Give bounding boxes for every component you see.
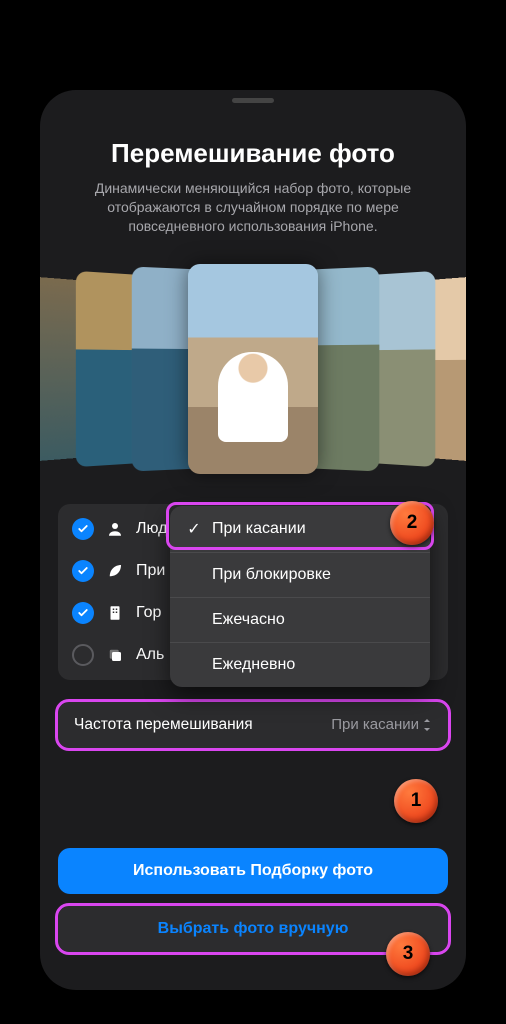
secondary-button-label: Выбрать фото вручную bbox=[158, 920, 349, 937]
frequency-value-text: При касании bbox=[331, 716, 419, 733]
notch-handle bbox=[232, 98, 274, 103]
frequency-row[interactable]: Частота перемешивания При касании bbox=[58, 702, 448, 748]
annotation-badge-3: 3 bbox=[386, 932, 430, 976]
category-label: Люд bbox=[136, 520, 167, 538]
stack-icon bbox=[106, 646, 124, 664]
popover-option-on-lock[interactable]: При блокировке bbox=[170, 553, 430, 598]
frequency-popover: ✓ При касании При блокировке Ежечасно Еж… bbox=[170, 506, 430, 687]
popover-option-hourly[interactable]: Ежечасно bbox=[170, 598, 430, 643]
checkbox-unchecked-icon[interactable] bbox=[72, 644, 94, 666]
updown-chevron-icon bbox=[422, 718, 432, 732]
page-subtitle: Динамически меняющийся набор фото, котор… bbox=[58, 179, 448, 236]
leaf-icon bbox=[106, 562, 124, 580]
checkmark-icon: ✓ bbox=[186, 519, 202, 539]
category-label: При bbox=[136, 562, 165, 580]
annotation-badge-1: 1 bbox=[394, 779, 438, 823]
checkbox-checked-icon[interactable] bbox=[72, 518, 94, 540]
annotation-badge-2: 2 bbox=[390, 501, 434, 545]
photo-carousel[interactable] bbox=[58, 254, 448, 484]
building-icon bbox=[106, 604, 124, 622]
use-featured-photos-button[interactable]: Использовать Подборку фото bbox=[58, 848, 448, 894]
category-label: Гор bbox=[136, 604, 161, 622]
category-list: Люд При Гор bbox=[58, 504, 448, 680]
popover-option-daily[interactable]: Ежедневно bbox=[170, 643, 430, 687]
page-title: Перемешивание фото bbox=[58, 138, 448, 169]
popover-option-label: Ежедневно bbox=[212, 656, 295, 674]
popover-option-label: При блокировке bbox=[212, 566, 331, 584]
checkbox-checked-icon[interactable] bbox=[72, 560, 94, 582]
person-icon bbox=[106, 520, 124, 538]
category-label: Аль bbox=[136, 646, 164, 664]
carousel-card-center bbox=[188, 264, 318, 474]
popover-option-label: Ежечасно bbox=[212, 611, 285, 629]
popover-option-label: При касании bbox=[212, 520, 306, 538]
frequency-value: При касании bbox=[331, 716, 432, 733]
checkbox-checked-icon[interactable] bbox=[72, 602, 94, 624]
frequency-label: Частота перемешивания bbox=[74, 716, 253, 734]
